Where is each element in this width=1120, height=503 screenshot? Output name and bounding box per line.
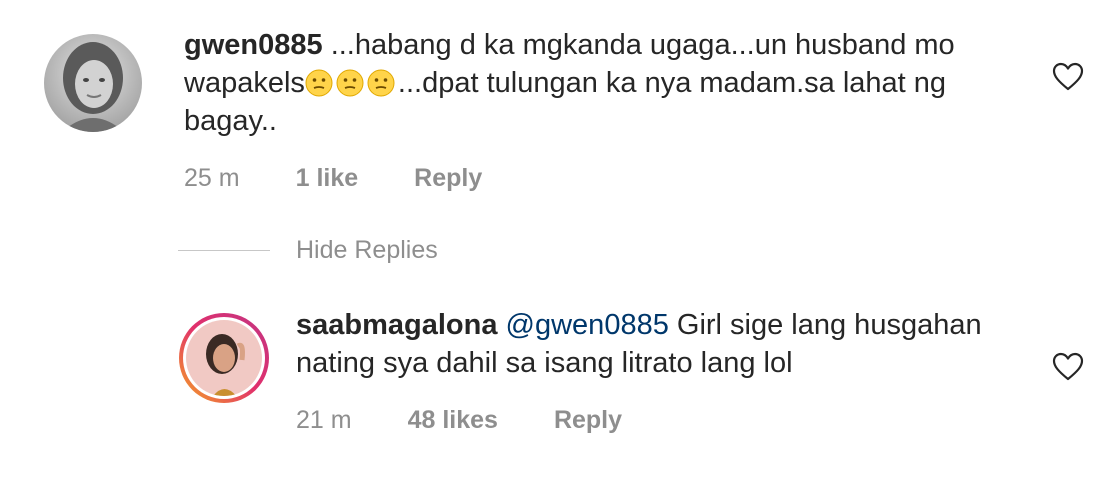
heart-icon[interactable] [1052,352,1084,382]
hide-replies-button[interactable]: Hide Replies [296,236,438,265]
username-link[interactable]: saabmagalona [296,309,497,341]
comment-text: gwen0885 ...habang d ka mgkanda ugaga...… [184,26,1004,140]
like-count-button[interactable]: 1 like [296,164,359,193]
confused-face-emoji [305,69,333,97]
comment-body: saabmagalona @gwen0885 Girl sige lang hu… [296,306,1004,435]
reply-button[interactable]: Reply [414,164,482,193]
username-link[interactable]: gwen0885 [184,29,323,61]
confused-face-emoji [367,69,395,97]
hide-replies-row[interactable]: Hide Replies [178,236,438,265]
comment-meta: 25 m 1 like Reply [184,164,1004,193]
mention-link[interactable]: @gwen0885 [506,309,669,341]
comment-timestamp: 25 m [184,164,240,192]
comment-text: saabmagalona @gwen0885 Girl sige lang hu… [296,306,1004,382]
reply-button[interactable]: Reply [554,406,622,435]
comment-timestamp: 21 m [296,406,352,434]
comment-meta: 21 m 48 likes Reply [296,406,1004,435]
comment-body: gwen0885 ...habang d ka mgkanda ugaga...… [184,26,1004,193]
heart-icon[interactable] [1052,62,1084,92]
avatar[interactable] [178,312,270,404]
confused-face-emoji [336,69,364,97]
avatar[interactable] [44,34,142,132]
divider [178,250,270,251]
like-count-button[interactable]: 48 likes [408,406,498,435]
